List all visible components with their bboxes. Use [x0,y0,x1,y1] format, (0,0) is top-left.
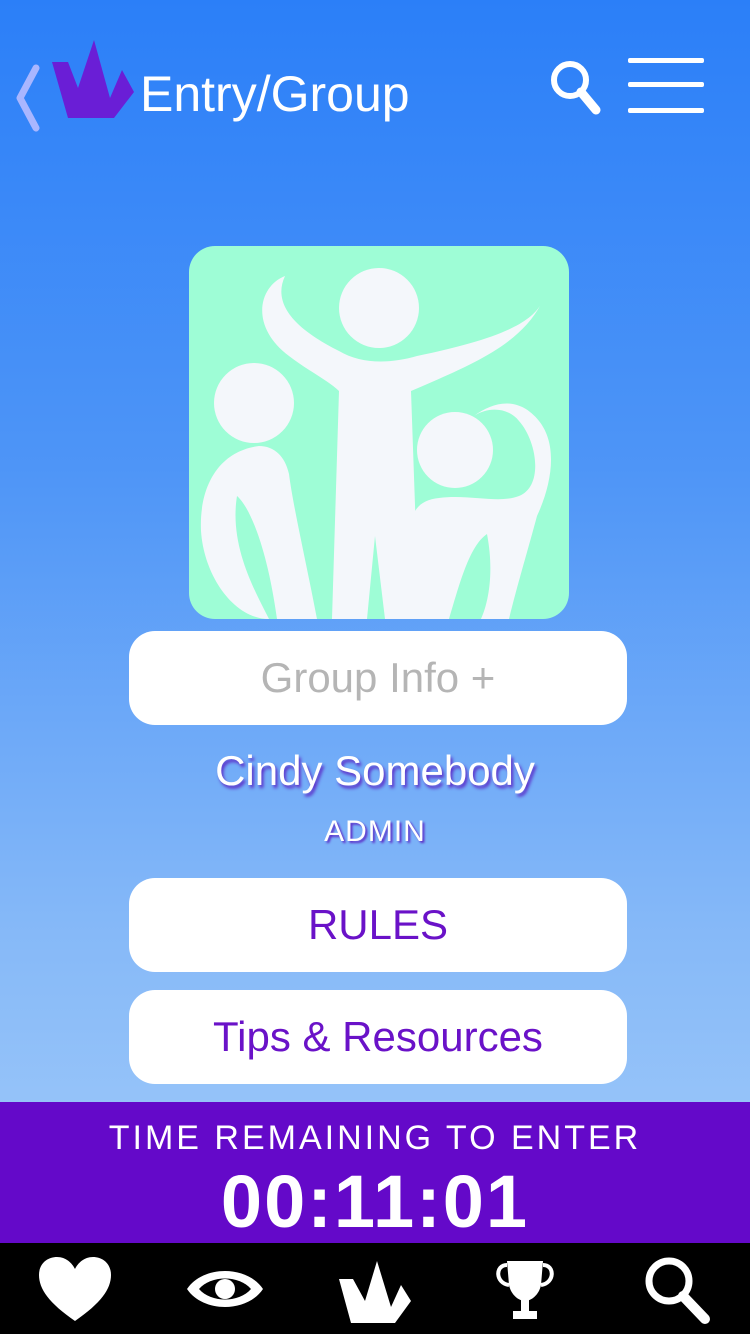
search-icon [645,1257,710,1324]
group-info-button[interactable]: Group Info + [129,631,627,725]
group-image[interactable] [189,246,569,619]
trophy-icon [496,1261,554,1319]
countdown-value: 00:11:01 [220,1160,530,1243]
heart-icon [39,1257,111,1321]
tab-watch[interactable] [150,1243,300,1334]
tab-search[interactable] [600,1243,750,1334]
tab-awards[interactable] [450,1243,600,1334]
tab-favorites[interactable] [0,1243,150,1334]
eye-icon [187,1271,263,1307]
tips-resources-button[interactable]: Tips & Resources [129,990,627,1084]
rules-button[interactable]: RULES [129,878,627,972]
group-people-icon [200,268,552,619]
chevron-left-icon[interactable] [14,62,42,134]
countdown-banner: TIME REMAINING TO ENTER 00:11:01 [0,1102,750,1243]
admin-name: Cindy Somebody [215,747,535,794]
hamburger-menu-icon[interactable] [628,56,704,116]
top-header: Entry/Group [0,0,750,190]
tab-home[interactable] [300,1243,450,1334]
countdown-label: TIME REMAINING TO ENTER [108,1119,642,1157]
admin-role-label: ADMIN [324,815,426,848]
search-icon[interactable] [548,58,602,116]
crown-logo-icon[interactable] [50,40,136,120]
bottom-tab-bar [0,1243,750,1334]
page-title: Entry/Group [140,66,410,122]
crown-logo-icon [339,1261,411,1323]
